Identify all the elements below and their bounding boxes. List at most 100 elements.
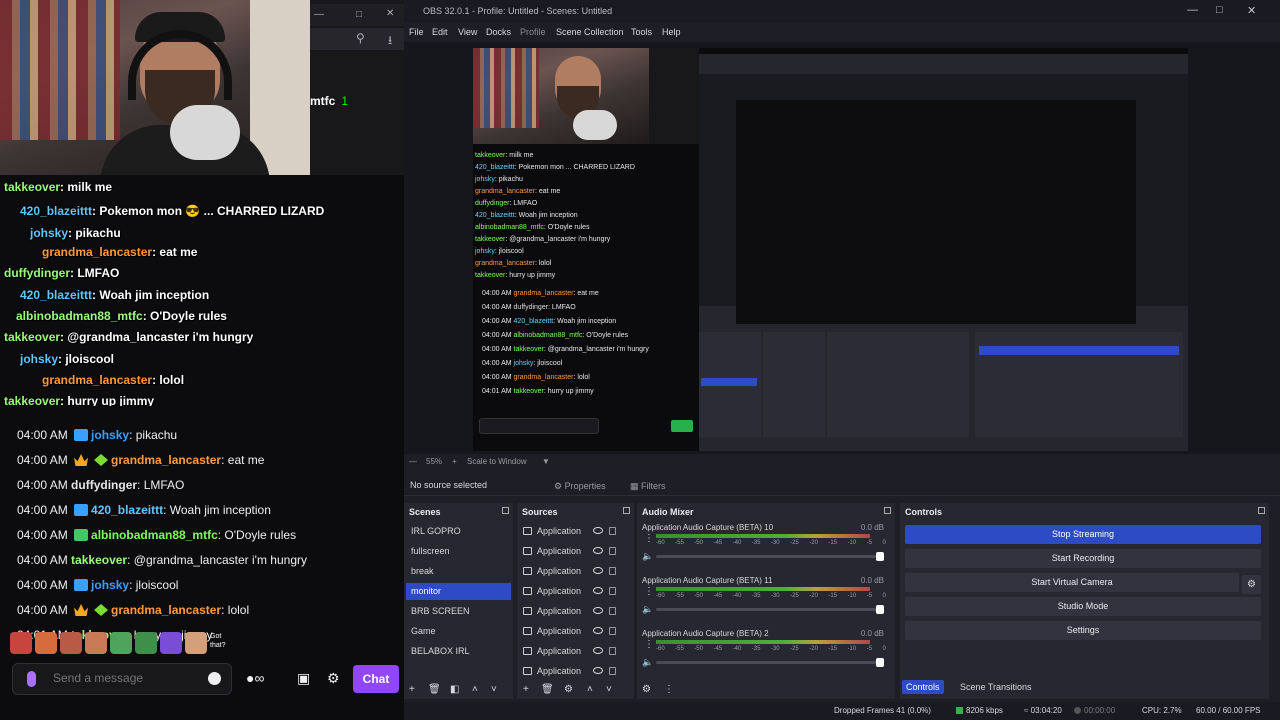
search-icon[interactable]: ⚲	[356, 31, 365, 45]
remove-source-icon[interactable]: 🗑	[541, 684, 554, 695]
undock-icon[interactable]	[1258, 507, 1265, 514]
visibility-eye-icon[interactable]	[593, 547, 603, 554]
volume-slider[interactable]	[656, 658, 884, 667]
scene-filter-icon[interactable]: ◧	[450, 684, 459, 695]
visibility-eye-icon[interactable]	[593, 627, 603, 634]
chat-username[interactable]: albinobadman88_mtfc	[91, 528, 218, 542]
scene-item[interactable]: break	[406, 563, 511, 580]
scene-item[interactable]: monitor	[406, 583, 511, 600]
tab-controls[interactable]: Controls	[902, 680, 944, 694]
close-icon[interactable]: ✕	[1247, 4, 1256, 17]
chat-username[interactable]: takkeover	[71, 553, 127, 567]
tab-scene-transitions[interactable]: Scene Transitions	[956, 680, 1036, 694]
add-scene-icon[interactable]: +	[409, 684, 415, 695]
volume-slider[interactable]	[656, 605, 884, 614]
chat-input-box[interactable]	[12, 663, 232, 695]
visibility-eye-icon[interactable]	[593, 527, 603, 534]
visibility-eye-icon[interactable]	[593, 567, 603, 574]
source-item[interactable]: Application	[523, 623, 629, 639]
chat-username[interactable]: grandma_lancaster	[111, 603, 221, 617]
scene-item[interactable]: Game	[406, 623, 511, 640]
undock-icon[interactable]	[623, 507, 630, 514]
properties-button[interactable]: ⚙ Properties	[554, 478, 606, 494]
lock-icon[interactable]	[609, 527, 616, 535]
speaker-icon[interactable]: 🔈	[642, 551, 653, 562]
menu-file[interactable]: File	[409, 27, 424, 37]
minimize-icon[interactable]: —	[1187, 4, 1198, 16]
lock-icon[interactable]	[609, 627, 616, 635]
menu-view[interactable]: View	[458, 27, 477, 37]
channel-menu-icon[interactable]: ⋮	[644, 586, 654, 597]
microphone-icon[interactable]	[27, 671, 36, 687]
move-down-icon[interactable]: ˅	[606, 684, 612, 695]
volume-slider[interactable]	[656, 552, 884, 561]
visibility-eye-icon[interactable]	[593, 647, 603, 654]
chat-username[interactable]: duffydinger	[71, 478, 137, 492]
chat-username[interactable]: johsky	[91, 578, 129, 592]
lock-icon[interactable]	[609, 607, 616, 615]
add-source-icon[interactable]: +	[523, 684, 529, 695]
lock-icon[interactable]	[609, 547, 616, 555]
settings-button[interactable]: Settings	[905, 621, 1261, 640]
mixer-menu-icon[interactable]: ⋮	[664, 684, 674, 695]
chat-username[interactable]: grandma_lancaster	[111, 453, 221, 467]
undock-icon[interactable]	[502, 507, 509, 514]
emote-icon[interactable]	[35, 632, 57, 654]
chat-username[interactable]: 420_blazeittt	[91, 503, 163, 517]
source-item[interactable]: Application	[523, 583, 629, 599]
emote-icon[interactable]	[85, 632, 107, 654]
emoji-icon[interactable]	[208, 672, 221, 685]
virtual-camera-gear-icon[interactable]: ⚙	[1242, 575, 1261, 594]
emote-icon[interactable]	[10, 632, 32, 654]
lock-icon[interactable]	[609, 647, 616, 655]
filters-button[interactable]: ▦ Filters	[630, 478, 666, 494]
undock-icon[interactable]	[884, 507, 891, 514]
source-item[interactable]: Application	[523, 523, 629, 539]
move-up-icon[interactable]: ˄	[587, 684, 593, 695]
scene-item[interactable]: BRB SCREEN	[406, 603, 511, 620]
speaker-icon[interactable]: 🔈	[642, 604, 653, 615]
source-item[interactable]: Application	[523, 603, 629, 619]
maximize-icon[interactable]: □	[356, 9, 362, 20]
move-up-icon[interactable]: ˄	[472, 684, 478, 695]
menu-scene-collection[interactable]: Scene Collection	[556, 27, 624, 37]
lock-icon[interactable]	[609, 667, 616, 675]
source-item[interactable]: Application	[523, 563, 629, 579]
scale-mode-label[interactable]: Scale to Window	[467, 457, 527, 466]
settings-icon[interactable]: ⚙	[327, 670, 340, 687]
chat-username[interactable]: johsky	[91, 428, 129, 442]
scene-item[interactable]: IRL GOPRO	[406, 523, 511, 540]
download-icon[interactable]: ⭳	[388, 31, 392, 52]
studio-mode-button[interactable]: Studio Mode	[905, 597, 1261, 616]
remove-scene-icon[interactable]: 🗑	[428, 684, 441, 695]
menu-tools[interactable]: Tools	[631, 27, 652, 37]
start-virtual-camera-button[interactable]: Start Virtual Camera	[905, 573, 1239, 592]
scene-item[interactable]: BELABOX IRL	[406, 643, 511, 660]
volume-knob[interactable]	[876, 605, 884, 614]
close-icon[interactable]: ✕	[386, 8, 394, 19]
move-down-icon[interactable]: ˅	[491, 684, 497, 695]
chat-send-button[interactable]: Chat	[353, 665, 399, 693]
emote-icon[interactable]	[160, 632, 182, 654]
source-item[interactable]: Application	[523, 643, 629, 659]
emote-icon[interactable]	[135, 632, 157, 654]
volume-knob[interactable]	[876, 658, 884, 667]
minimize-icon[interactable]: —	[314, 9, 324, 20]
emote-icon[interactable]	[110, 632, 132, 654]
stop-streaming-button[interactable]: Stop Streaming	[905, 525, 1261, 544]
volume-knob[interactable]	[876, 552, 884, 561]
source-item[interactable]: Application	[523, 663, 629, 679]
lock-icon[interactable]	[609, 587, 616, 595]
emote-icon[interactable]	[60, 632, 82, 654]
mixer-settings-icon[interactable]: ⚙	[642, 684, 651, 695]
menu-docks[interactable]: Docks	[486, 27, 511, 37]
emote-icon[interactable]	[185, 632, 207, 654]
start-recording-button[interactable]: Start Recording	[905, 549, 1261, 568]
zoom-out-icon[interactable]: —	[409, 457, 417, 466]
bits-icon[interactable]: ●∞	[246, 670, 264, 686]
lock-icon[interactable]	[609, 567, 616, 575]
channel-menu-icon[interactable]: ⋮	[644, 533, 654, 544]
gift-icon[interactable]: ▣	[297, 670, 310, 687]
chevron-down-icon[interactable]: ▼	[542, 457, 550, 466]
visibility-eye-icon[interactable]	[593, 587, 603, 594]
